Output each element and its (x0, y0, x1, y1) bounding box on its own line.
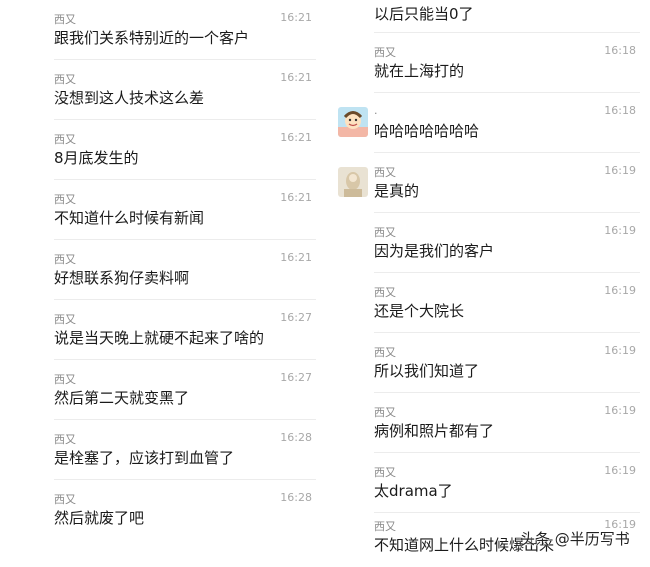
message-sender: 西又 (54, 193, 76, 206)
message-text: 以后只能当0了 (374, 5, 474, 23)
message-text: 说是当天晚上就硬不起来了啥的 (54, 329, 265, 347)
message-sender: 西又 (374, 226, 396, 239)
message-time: 16:19 (604, 224, 636, 237)
message-time: 16:19 (604, 404, 636, 417)
message-item[interactable]: 西又 16:19 因为是我们的客户 (334, 213, 640, 273)
message-text: 8月底发生的 (54, 149, 139, 167)
message-sender: . (374, 104, 378, 117)
message-time: 16:19 (604, 344, 636, 357)
message-time: 16:28 (280, 491, 312, 504)
message-text: 好想联系狗仔卖料啊 (54, 269, 190, 287)
message-text: 病例和照片都有了 (374, 422, 495, 440)
message-item[interactable]: 西又 16:27 说是当天晚上就硬不起来了啥的 (14, 300, 316, 360)
message-text: 然后就废了吧 (54, 509, 145, 527)
message-text: 哈哈哈哈哈哈哈 (374, 122, 480, 140)
message-time: 16:18 (604, 104, 636, 117)
message-sender: 西又 (54, 493, 76, 506)
message-sender: 西又 (374, 286, 396, 299)
message-sender: 西又 (374, 466, 396, 479)
message-sender: 西又 (374, 346, 396, 359)
message-text: 还是个大院长 (374, 302, 465, 320)
message-time: 16:21 (280, 251, 312, 264)
message-text: 是真的 (374, 182, 420, 200)
cartoon-avatar-icon (338, 107, 368, 137)
message-item[interactable]: 西又 16:19 太drama了 (334, 453, 640, 513)
message-sender: 西又 (374, 406, 396, 419)
message-sender: 西又 (374, 520, 396, 533)
message-item[interactable]: 西又 16:21 好想联系狗仔卖料啊 (14, 240, 316, 300)
message-time: 16:21 (280, 11, 312, 24)
message-sender: 西又 (54, 253, 76, 266)
avatar[interactable] (338, 107, 368, 137)
chat-history-left: 西又 16:21 跟我们关系特别近的一个客户 西又 16:21 没想到这人技术这… (14, 0, 316, 548)
message-text: 没想到这人技术这么差 (54, 89, 205, 107)
message-sender: 西又 (54, 73, 76, 86)
message-time: 16:18 (604, 44, 636, 57)
message-time: 16:21 (280, 191, 312, 204)
avatar[interactable] (338, 167, 368, 197)
message-text: 所以我们知道了 (374, 362, 480, 380)
message-sender: 西又 (54, 13, 76, 26)
message-sender: 西又 (54, 313, 76, 326)
message-time: 16:19 (604, 284, 636, 297)
message-time: 16:21 (280, 71, 312, 84)
message-text: 就在上海打的 (374, 62, 465, 80)
message-text: 跟我们关系特别近的一个客户 (54, 29, 250, 47)
message-text: 太drama了 (374, 482, 453, 500)
message-item[interactable]: 西又 16:19 还是个大院长 (334, 273, 640, 333)
message-item[interactable]: 西又 16:27 然后第二天就变黑了 (14, 360, 316, 420)
message-item[interactable]: 西又 16:28 是栓塞了，应该打到血管了 (14, 420, 316, 480)
message-item[interactable]: 西又 16:21 8月底发生的 (14, 120, 316, 180)
message-item[interactable]: 西又 16:21 不知道什么时候有新闻 (14, 180, 316, 240)
message-item[interactable]: . 16:18 哈哈哈哈哈哈哈 (334, 93, 640, 153)
message-sender: 西又 (54, 433, 76, 446)
message-text: 然后第二天就变黑了 (54, 389, 190, 407)
message-text: 因为是我们的客户 (374, 242, 495, 260)
message-item[interactable]: 西又 16:19 所以我们知道了 (334, 333, 640, 393)
message-item[interactable]: 西又 16:19 是真的 (334, 153, 640, 213)
watermark-text: 头条 @半历写书 (520, 530, 630, 548)
message-time: 16:28 (280, 431, 312, 444)
message-text: 不知道什么时候有新闻 (54, 209, 205, 227)
message-time: 16:27 (280, 311, 312, 324)
message-item[interactable]: 西又 16:21 没想到这人技术这么差 (14, 60, 316, 120)
message-sender: 西又 (374, 46, 396, 59)
photo-avatar-icon (338, 167, 368, 197)
message-text: 是栓塞了，应该打到血管了 (54, 449, 235, 467)
message-sender: 西又 (374, 166, 396, 179)
message-item[interactable]: 以后只能当0了 (334, 0, 640, 33)
message-sender: 西又 (54, 373, 76, 386)
message-item[interactable]: 西又 16:28 然后就废了吧 (14, 480, 316, 540)
message-time: 16:19 (604, 464, 636, 477)
message-item[interactable]: 西又 16:19 病例和照片都有了 (334, 393, 640, 453)
message-sender: 西又 (54, 133, 76, 146)
message-item[interactable]: 西又 16:21 跟我们关系特别近的一个客户 (14, 0, 316, 60)
message-time: 16:19 (604, 164, 636, 177)
message-time: 16:21 (280, 131, 312, 144)
message-time: 16:27 (280, 371, 312, 384)
message-item[interactable]: 西又 16:18 就在上海打的 (334, 33, 640, 93)
chat-history-right: 以后只能当0了 西又 16:18 就在上海打的 . 16:18 哈哈哈哈哈哈哈 (334, 0, 640, 567)
